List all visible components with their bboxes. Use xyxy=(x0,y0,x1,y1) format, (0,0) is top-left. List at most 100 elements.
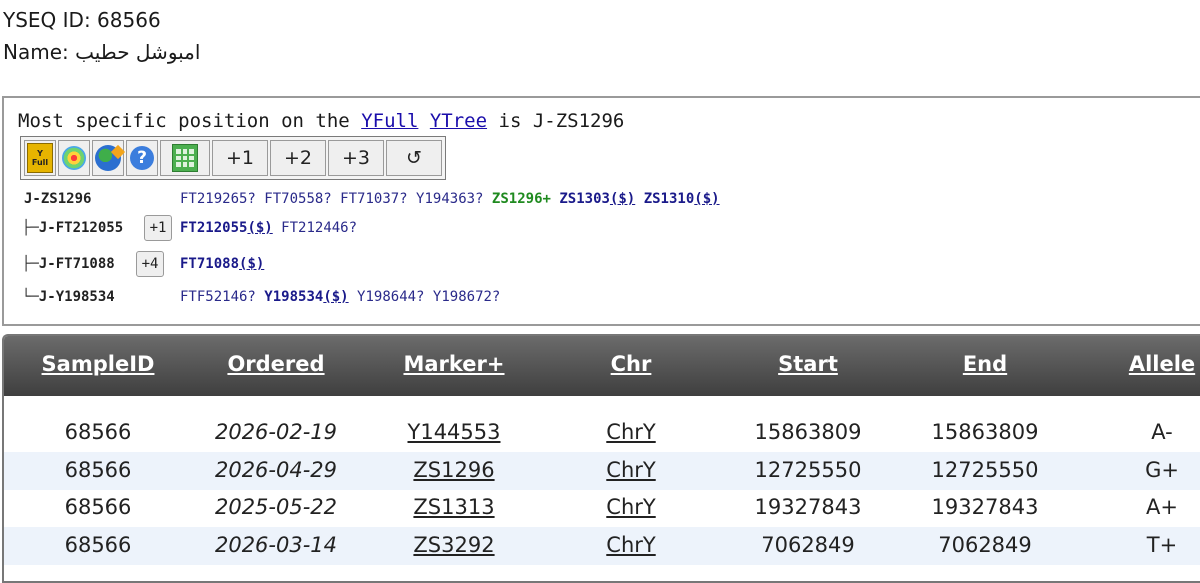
snp-list: FT71088($) xyxy=(180,256,264,272)
cell-marker[interactable]: Y144553 xyxy=(408,420,501,444)
tree-node-j-y198534[interactable]: └─J-Y198534 xyxy=(22,289,115,305)
snp-marker: FT70558? xyxy=(264,191,332,207)
column-header-sampleid[interactable]: SampleID xyxy=(42,352,155,376)
spreadsheet-button[interactable] xyxy=(160,140,210,176)
expand-3-button[interactable]: +3 xyxy=(328,140,384,176)
yseq-id-line: YSEQ ID: 68566 xyxy=(3,8,161,32)
cell-start: 15863809 xyxy=(754,420,862,444)
table-header: SampleID Ordered Marker+ Chr Start End Allele xyxy=(4,336,1200,396)
table-row: 68566 2026-02-19 Y144553 ChrY 15863809 158638… xyxy=(4,414,1200,452)
tree-node-name: J-Y198534 xyxy=(38,289,115,305)
cell-ordered: 2026-02-19 xyxy=(214,420,338,444)
column-header-allele[interactable]: Allele xyxy=(1129,352,1195,376)
heatmap-button[interactable] xyxy=(58,140,90,176)
tree-branch-line: ├─ xyxy=(22,256,39,272)
ytree-title: Most specific position on the YFull YTre… xyxy=(18,110,624,132)
order-snp-link[interactable]: ($) xyxy=(239,256,264,272)
cell-ordered: 2025-05-22 xyxy=(214,495,338,519)
tree-branch-line: ├─ xyxy=(22,220,39,236)
column-header-marker[interactable]: Marker+ xyxy=(403,352,504,376)
tree-node-j-zs1296[interactable]: J-ZS1296 xyxy=(24,191,91,207)
cell-chr[interactable]: ChrY xyxy=(606,458,655,482)
snp-marker: Y194363? xyxy=(416,191,484,207)
globe-migration-icon xyxy=(95,145,121,171)
globe-button[interactable] xyxy=(92,140,124,176)
cell-sampleid: 68566 xyxy=(64,533,132,557)
order-snp-link[interactable]: ($) xyxy=(694,191,719,207)
results-table: SampleID Ordered Marker+ Chr Start End Allele … xyxy=(2,334,1200,583)
snp-list: FTF52146? Y198534($) Y198644? Y198672? xyxy=(180,289,500,305)
snp-marker: ZS1296+ xyxy=(491,191,551,207)
yseq-id-label: YSEQ ID: xyxy=(3,8,91,32)
cell-end: 15863809 xyxy=(931,420,1039,444)
ytree-panel: Most specific position on the YFull YTre… xyxy=(2,96,1200,326)
cell-sampleid: 68566 xyxy=(64,495,132,519)
help-button[interactable]: ? xyxy=(126,140,158,176)
column-header-end[interactable]: End xyxy=(963,352,1007,376)
order-snp-link[interactable]: ($) xyxy=(610,191,635,207)
snp-list: FT219265? FT70558? FT71037? Y194363? ZS1… xyxy=(180,191,720,207)
tree-node-name: J-ZS1296 xyxy=(24,191,92,207)
column-header-start[interactable]: Start xyxy=(778,352,838,376)
cell-marker[interactable]: ZS1313 xyxy=(413,495,494,519)
yfull-link[interactable]: YFull xyxy=(361,110,418,132)
snp-marker[interactable]: FT212055 xyxy=(180,220,247,236)
cell-end: 12725550 xyxy=(931,458,1039,482)
spreadsheet-icon xyxy=(172,144,198,172)
cell-marker[interactable]: ZS1296 xyxy=(413,458,494,482)
tree-node-name: J-FT71088 xyxy=(38,256,115,272)
tree-branch-line: └─ xyxy=(22,289,39,305)
cell-chr[interactable]: ChrY xyxy=(606,495,655,519)
help-icon: ? xyxy=(130,146,154,170)
ytree-link[interactable]: YTree xyxy=(430,110,487,132)
cell-allele: T+ xyxy=(1146,533,1178,557)
ytree-title-suffix: is J-ZS1296 xyxy=(498,110,625,132)
cell-end: 19327843 xyxy=(931,495,1039,519)
cell-allele: A+ xyxy=(1146,495,1178,519)
tree-toolbar: Y Full ? +1 +2 +3 ↺ xyxy=(20,136,446,180)
order-snp-link[interactable]: ($) xyxy=(323,289,348,305)
cell-end: 7062849 xyxy=(938,533,1032,557)
cell-allele: G+ xyxy=(1145,458,1179,482)
cell-marker[interactable]: ZS3292 xyxy=(413,533,494,557)
cell-start: 19327843 xyxy=(754,495,862,519)
table-row: 68566 2026-04-29 ZS1296 ChrY 12725550 1272555… xyxy=(4,452,1200,490)
snp-list: FT212055($) FT212446? xyxy=(180,220,357,236)
cell-start: 12725550 xyxy=(754,458,862,482)
cell-chr[interactable]: ChrY xyxy=(606,533,655,557)
tree-node-j-ft212055[interactable]: ├─J-FT212055 xyxy=(22,220,123,236)
yfull-button[interactable]: Y Full xyxy=(24,140,56,176)
ytree-title-prefix: Most specific position on the xyxy=(18,110,350,132)
table-row: 68566 2025-05-22 ZS1313 ChrY 19327843 1932784… xyxy=(4,489,1200,527)
cell-ordered: 2026-04-29 xyxy=(214,458,338,482)
cell-sampleid: 68566 xyxy=(64,420,132,444)
cell-chr[interactable]: ChrY xyxy=(606,420,655,444)
cell-allele: A- xyxy=(1151,420,1173,444)
cell-start: 7062849 xyxy=(761,533,855,557)
expand-1-button[interactable]: +1 xyxy=(212,140,268,176)
snp-marker: FTF52146? xyxy=(180,289,256,305)
snp-marker[interactable]: ZS1303 xyxy=(559,191,610,207)
column-header-chr[interactable]: Chr xyxy=(611,352,652,376)
snp-marker[interactable]: FT71088 xyxy=(180,256,239,272)
snp-marker: Y198672? xyxy=(432,289,501,305)
expand-node-button[interactable]: +1 xyxy=(144,215,172,241)
tree-node-j-ft71088[interactable]: ├─J-FT71088 xyxy=(22,256,115,272)
yfull-icon-text: Full xyxy=(31,158,49,167)
snp-marker[interactable]: ZS1310 xyxy=(644,191,695,207)
yfull-logo-icon: Y Full xyxy=(27,143,53,173)
yseq-id-value: 68566 xyxy=(97,8,161,32)
cell-sampleid: 68566 xyxy=(64,458,132,482)
snp-marker: FT219265? xyxy=(180,191,256,207)
expand-2-button[interactable]: +2 xyxy=(270,140,326,176)
snp-marker: FT71037? xyxy=(340,191,408,207)
reset-button[interactable]: ↺ xyxy=(386,140,442,176)
column-header-ordered[interactable]: Ordered xyxy=(227,352,324,376)
tree-node-name: J-FT212055 xyxy=(38,220,124,236)
snp-marker[interactable]: Y198534 xyxy=(264,289,323,305)
name-label: Name: xyxy=(3,40,69,64)
expand-node-button[interactable]: +4 xyxy=(136,251,164,277)
name-line: Name: امبوشل حطيب xyxy=(3,40,200,64)
order-snp-link[interactable]: ($) xyxy=(247,220,272,236)
name-value: امبوشل حطيب xyxy=(75,40,201,64)
